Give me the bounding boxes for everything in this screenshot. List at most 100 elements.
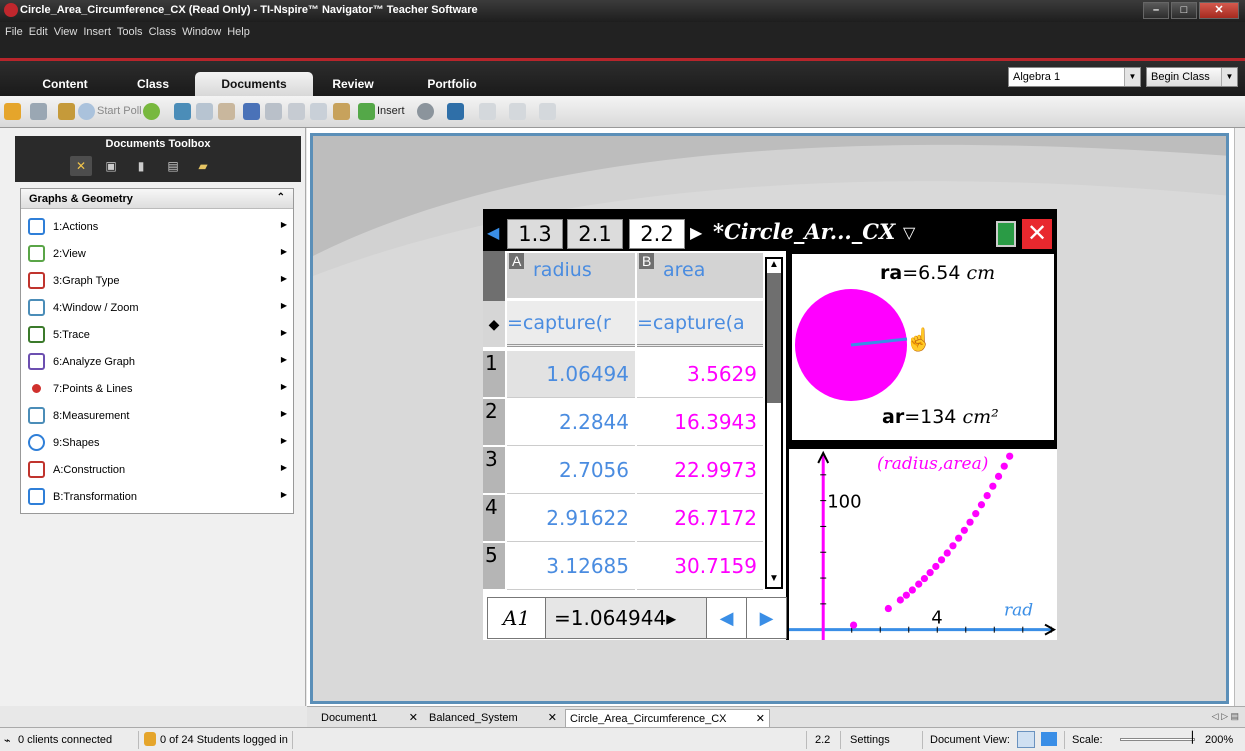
vertical-scrollbar[interactable] [1234,128,1245,706]
tab-portfolio[interactable]: Portfolio [410,72,494,96]
next-page-icon[interactable]: ▶ [690,223,702,243]
close-doc-icon[interactable]: ✕ [1022,219,1052,249]
close-tab-icon[interactable]: ✕ [409,709,418,727]
menu-class[interactable]: Class [149,26,177,38]
doc-tab-document1[interactable]: Document1 ✕ [317,709,422,727]
tab-nav-icon[interactable]: ◁ ▷ ▤ [1212,711,1239,722]
menu-window[interactable]: Window [182,26,221,38]
toolbox-item-11[interactable]: B:Transformation ▶ [21,483,293,510]
prev-page-icon[interactable]: ◀ [487,223,499,243]
table-icon[interactable] [447,103,464,120]
scroll-thumb[interactable] [767,273,781,403]
column-a-header[interactable]: A radius [507,253,635,298]
toolbox-item-10[interactable]: A:Construction ▶ [21,456,293,483]
tab-review[interactable]: Review [318,72,388,96]
new-document-icon[interactable] [143,103,160,120]
toolbox-item-7[interactable]: 7:Points & Lines ▶ [21,375,293,402]
open-icon[interactable] [174,103,191,120]
handheld-doc-title[interactable]: *Circle_Ar..._CX [713,219,895,244]
insert-icon[interactable] [358,103,375,120]
copy-icon[interactable] [310,103,327,120]
class-select[interactable]: Algebra 1 ▼ [1008,67,1141,87]
scatter-plot[interactable]: 100 4 rad (radius,area) [789,449,1057,640]
section-header[interactable]: Graphs & Geometry ⌃ [21,189,293,209]
menu-insert[interactable]: Insert [83,26,111,38]
cell-area[interactable]: 30.7159 [637,543,763,590]
cell-area[interactable]: 26.7172 [637,495,763,542]
collapse-icon[interactable]: ⌃ [277,192,285,203]
toolbox-item-3[interactable]: 3:Graph Type ▶ [21,267,293,294]
cell-area[interactable]: 22.9973 [637,447,763,494]
row-header[interactable]: 2 [483,399,505,446]
line-color-icon[interactable] [509,103,526,120]
page-sorter-icon[interactable]: ▣ [100,156,122,176]
redo-icon[interactable] [265,103,282,120]
send-icon[interactable] [58,103,75,120]
row-header[interactable]: 1 [483,351,505,398]
handheld-icon[interactable]: ▮ [130,156,152,176]
doc-tab-circle-area[interactable]: Circle_Area_Circumference_CX ✕ [565,709,770,727]
minimize-button[interactable]: – [1143,2,1169,19]
cell-value[interactable]: =1.064944▸ [550,598,702,638]
entry-right-icon[interactable]: ▶ [746,598,786,638]
column-a-formula[interactable]: =capture(r [507,301,635,347]
tab-documents[interactable]: Documents [195,72,313,96]
toolbox-item-5[interactable]: 5:Trace ▶ [21,321,293,348]
save-icon[interactable] [196,103,213,120]
zoom-thumb-icon[interactable]: ▏ [1192,731,1200,744]
column-b-formula[interactable]: =capture(a [637,301,763,347]
folder-icon[interactable]: ▰ [192,156,214,176]
page-tab-1-3[interactable]: 1.3 [507,219,563,249]
tools-icon[interactable]: ✕ [70,156,92,176]
row-header[interactable]: 3 [483,447,505,494]
cell-area[interactable]: 16.3943 [637,399,763,446]
menu-edit[interactable]: Edit [29,26,48,38]
cell-area[interactable]: 3.5629 [637,351,763,398]
computer-view-icon[interactable] [1041,732,1057,746]
toolbox-item-6[interactable]: 6:Analyze Graph ▶ [21,348,293,375]
toolbox-item-9[interactable]: 9:Shapes ▶ [21,429,293,456]
paste-icon[interactable] [333,103,350,120]
cell-radius[interactable]: 3.12685 [507,543,635,590]
cell-radius[interactable]: 2.7056 [507,447,635,494]
settings-button[interactable]: Settings [850,734,890,746]
user-icon[interactable] [4,103,21,120]
cell-radius[interactable]: 1.06494 [507,351,635,398]
cell-radius[interactable]: 2.91622 [507,495,635,542]
row-header[interactable]: 5 [483,543,505,590]
menu-view[interactable]: View [54,26,78,38]
cell-radius[interactable]: 2.2844 [507,399,635,446]
zoom-slider[interactable] [1120,738,1195,741]
tab-class[interactable]: Class [118,72,188,96]
maximize-button[interactable]: □ [1171,2,1197,19]
cut-icon[interactable] [288,103,305,120]
toolbox-item-8[interactable]: 8:Measurement ▶ [21,402,293,429]
doc-menu-chevron-icon[interactable]: ▽ [903,223,915,243]
doc-tab-balanced-system[interactable]: Balanced_System ✕ [425,709,561,727]
text-color-icon[interactable] [539,103,556,120]
undo-icon[interactable] [243,103,260,120]
tab-content[interactable]: Content [25,72,105,96]
library-icon[interactable]: ▤ [162,156,184,176]
scroll-up-icon[interactable]: ▲ [767,259,781,273]
fill-color-icon[interactable] [479,103,496,120]
scroll-down-icon[interactable]: ▼ [767,573,781,587]
row-header[interactable]: 4 [483,495,505,542]
menu-file[interactable]: File [5,26,23,38]
start-poll-icon[interactable] [78,103,95,120]
close-tab-icon[interactable]: ✕ [756,710,765,728]
entry-left-icon[interactable]: ◀ [706,598,746,638]
close-button[interactable]: ✕ [1199,2,1239,19]
begin-class-button[interactable]: Begin Class ▼ [1146,67,1238,87]
column-b-header[interactable]: B area [637,253,763,298]
toolbox-item-1[interactable]: 1:Actions ▶ [21,213,293,240]
close-tab-icon[interactable]: ✕ [548,709,557,727]
menu-tools[interactable]: Tools [117,26,143,38]
start-poll-button[interactable]: Start Poll [97,105,142,117]
toolbox-item-4[interactable]: 4:Window / Zoom ▶ [21,294,293,321]
screen-capture-icon[interactable] [30,103,47,120]
page-tab-2-2[interactable]: 2.2 [629,219,685,249]
insert-button[interactable]: Insert [377,105,405,117]
menu-help[interactable]: Help [227,26,250,38]
var-icon[interactable] [417,103,434,120]
